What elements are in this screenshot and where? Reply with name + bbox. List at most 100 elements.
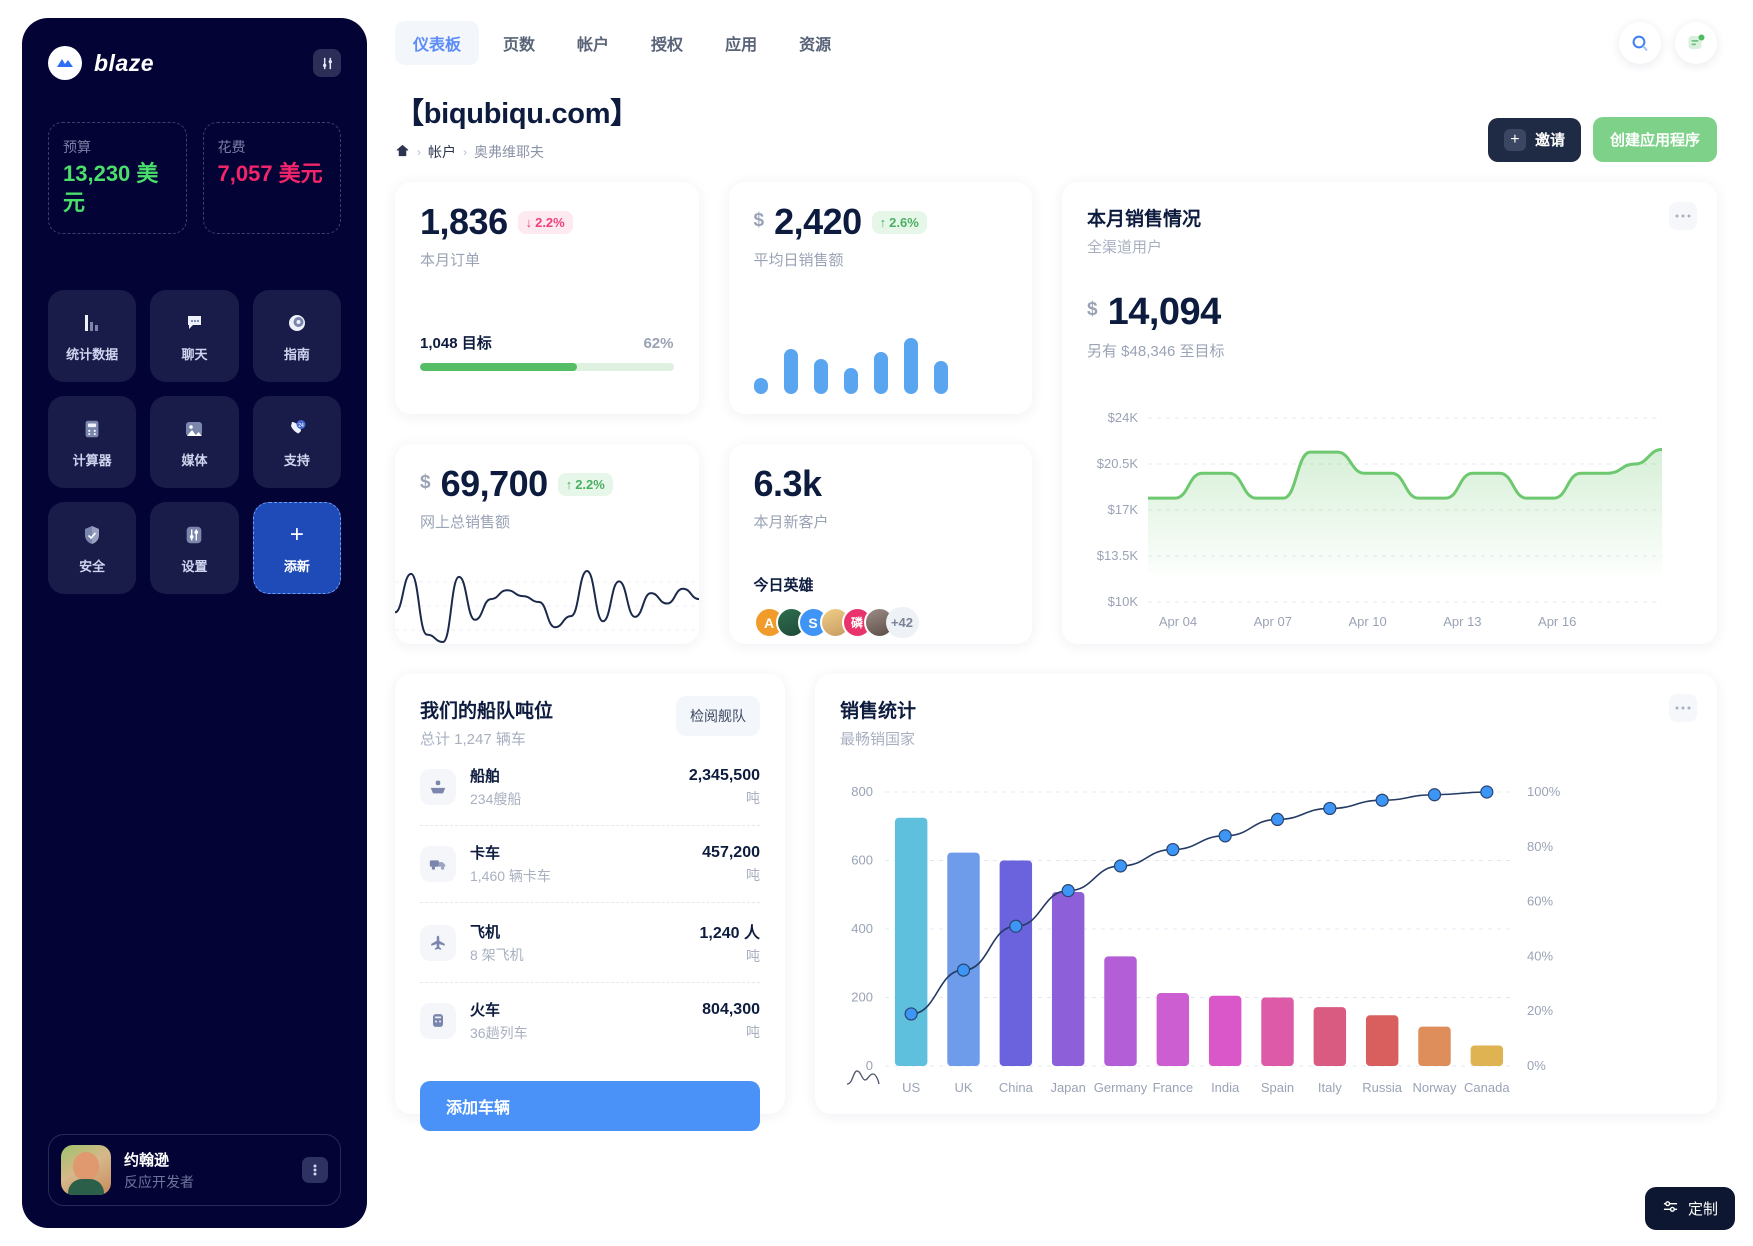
fleet-header: 我们的船队吨位 总计 1,247 辆车 检阅舰队 bbox=[420, 696, 760, 749]
spend-label: 花费 bbox=[217, 139, 246, 155]
create-app-button[interactable]: 创建应用程序 bbox=[1592, 117, 1717, 162]
sidebar-item-settings[interactable]: 设置 bbox=[150, 502, 239, 595]
sidebar-item-media[interactable]: 媒体 bbox=[150, 396, 239, 489]
tab-apps[interactable]: 应用 bbox=[707, 21, 775, 65]
sidebar-item-stats[interactable]: 统计数据 bbox=[48, 290, 137, 383]
fleet-row-value: 1,240 人 吨 bbox=[700, 919, 761, 966]
search-icon[interactable] bbox=[1619, 22, 1661, 64]
sidebar-item-label: 聊天 bbox=[181, 346, 208, 362]
svg-text:80%: 80% bbox=[1527, 839, 1553, 854]
support-24-icon: 24 bbox=[284, 416, 310, 442]
tab-dashboard[interactable]: 仪表板 bbox=[395, 21, 480, 65]
svg-text:$17K: $17K bbox=[1108, 502, 1139, 517]
fleet-row-meta: 36趟列车 bbox=[470, 1025, 528, 1041]
svg-text:Germany: Germany bbox=[1094, 1080, 1148, 1095]
orders-card-body: 1,836 ↓ 2.2% 本月订单 1,048 目标 62% bbox=[395, 182, 699, 393]
fleet-title-group: 我们的船队吨位 总计 1,247 辆车 bbox=[420, 696, 553, 749]
new-customers-body: 6.3k 本月新客户 今日英雄 A S 磷 +42 bbox=[729, 444, 1033, 660]
svg-text:Apr 10: Apr 10 bbox=[1348, 614, 1386, 629]
fleet-row-name: 船舶 bbox=[470, 768, 501, 785]
sidebar-item-label: 指南 bbox=[283, 346, 310, 362]
orders-delta-value: 2.2% bbox=[535, 215, 565, 230]
breadcrumb: › 帐户 › 奥弗维耶夫 bbox=[395, 142, 639, 162]
tab-accounts[interactable]: 帐户 bbox=[559, 21, 627, 65]
blaze-logo-icon bbox=[48, 46, 82, 80]
fleet-row-unit: 吨 bbox=[746, 789, 760, 806]
sidebar-profile[interactable]: 约翰逊 反应开发者 bbox=[48, 1134, 341, 1206]
breadcrumb-item-account[interactable]: 帐户 bbox=[428, 142, 456, 162]
heroes-label: 今日英雄 bbox=[753, 577, 814, 594]
monthly-sales-value: 14,094 bbox=[1107, 291, 1222, 333]
sidebar-item-security[interactable]: 安全 bbox=[48, 502, 137, 595]
budget-label: 预算 bbox=[63, 139, 91, 155]
budget-row: 预算 13,230 美元 花费 7,057 美元 bbox=[48, 122, 341, 235]
total-online-card: $ 69,700 ↑ 2.2% 网上总销售额 bbox=[395, 444, 699, 644]
calculator-icon bbox=[79, 416, 105, 442]
sidebar-tiles: 统计数据 聊天 指南 计算器 媒体 24 支持 安全 设置 + 添新 bbox=[48, 290, 341, 595]
minibar bbox=[873, 352, 888, 394]
table-row[interactable]: 卡车 1,460 辆卡车 457,200 吨 bbox=[420, 825, 760, 902]
customize-label: 定制 bbox=[1687, 1201, 1718, 1218]
svg-text:60%: 60% bbox=[1527, 894, 1553, 909]
svg-text:400: 400 bbox=[851, 921, 873, 936]
svg-text:$10K: $10K bbox=[1108, 594, 1139, 609]
home-icon[interactable] bbox=[395, 143, 410, 161]
fleet-row-name: 火车 bbox=[470, 1002, 501, 1019]
budget-value: 13,230 美元 bbox=[63, 161, 159, 215]
settings-sliders-icon bbox=[181, 522, 207, 548]
bottom-grid: 我们的船队吨位 总计 1,247 辆车 检阅舰队 船舶 234艘船 2,345,… bbox=[395, 674, 1717, 1131]
svg-text:France: France bbox=[1153, 1080, 1193, 1095]
orders-card: 1,836 ↓ 2.2% 本月订单 1,048 目标 62% bbox=[395, 182, 699, 414]
add-vehicle-button[interactable]: 添加车辆 bbox=[420, 1081, 760, 1131]
plus-icon: + bbox=[289, 520, 304, 548]
orders-progress-track bbox=[420, 363, 674, 371]
review-fleet-button[interactable]: 检阅舰队 bbox=[676, 696, 760, 736]
tab-authorization[interactable]: 授权 bbox=[633, 21, 701, 65]
sidebar-item-support[interactable]: 24 支持 bbox=[252, 396, 341, 489]
orders-goal-label: 1,048 目标 bbox=[420, 335, 492, 352]
new-customers-value: 6.3k bbox=[753, 463, 823, 504]
sidebar-item-label: 安全 bbox=[79, 558, 106, 574]
kebab-icon[interactable] bbox=[1669, 694, 1697, 722]
kebab-icon[interactable] bbox=[1669, 202, 1697, 230]
table-row[interactable]: 船舶 234艘船 2,345,500 吨 bbox=[420, 749, 760, 825]
fleet-row-name: 飞机 bbox=[470, 923, 501, 941]
stats-grid: 1,836 ↓ 2.2% 本月订单 1,048 目标 62% $ 2,420 ↑… bbox=[395, 182, 1717, 644]
ship-icon bbox=[420, 769, 456, 805]
breadcrumb-item-current: 奥弗维耶夫 bbox=[474, 144, 544, 160]
fleet-row-unit: 吨 bbox=[746, 1023, 760, 1040]
avg-daily-subtitle: 平均日销售额 bbox=[753, 252, 844, 269]
svg-text:Norway: Norway bbox=[1412, 1080, 1457, 1095]
table-row[interactable]: 火车 36趟列车 804,300 吨 bbox=[420, 982, 760, 1059]
app-root: blaze 预算 13,230 美元 花费 7,057 美元 统计数据 聊天 指… bbox=[0, 0, 1753, 1246]
sliders-icon[interactable] bbox=[313, 49, 341, 77]
sidebar-item-label: 设置 bbox=[181, 558, 208, 574]
heroes-more-count[interactable]: +42 bbox=[885, 607, 919, 638]
svg-text:Italy: Italy bbox=[1318, 1080, 1342, 1095]
tab-pages[interactable]: 页数 bbox=[485, 21, 553, 65]
sidebar-item-chat[interactable]: 聊天 bbox=[150, 290, 239, 383]
avg-daily-delta-value: 2.6% bbox=[889, 215, 919, 230]
table-row[interactable]: 飞机 8 架飞机 1,240 人 吨 bbox=[420, 902, 760, 982]
shield-icon bbox=[79, 522, 105, 548]
note-badge-icon[interactable] bbox=[1675, 22, 1717, 64]
sidebar-item-add[interactable]: + 添新 bbox=[252, 502, 341, 595]
fleet-row-unit: 吨 bbox=[746, 866, 760, 883]
svg-text:Japan: Japan bbox=[1050, 1080, 1085, 1095]
avg-daily-minibars-chart bbox=[729, 334, 1033, 414]
svg-text:200: 200 bbox=[851, 990, 873, 1005]
chat-bubble-icon bbox=[181, 310, 207, 336]
profile-name: 约翰逊 bbox=[124, 1151, 170, 1169]
minibar bbox=[843, 368, 858, 394]
sidebar-item-guide[interactable]: 指南 bbox=[252, 290, 341, 383]
orders-goal-row: 1,048 目标 62% bbox=[420, 332, 674, 353]
sidebar-item-calculator[interactable]: 计算器 bbox=[48, 396, 137, 489]
customize-button[interactable]: 定制 bbox=[1644, 1187, 1735, 1230]
fleet-row-meta: 8 架飞机 bbox=[470, 946, 524, 963]
total-online-sparkline-chart bbox=[395, 569, 699, 644]
tab-resources[interactable]: 资源 bbox=[781, 21, 849, 65]
svg-text:Apr 07: Apr 07 bbox=[1254, 614, 1292, 629]
invite-button[interactable]: + 邀请 bbox=[1487, 117, 1581, 162]
svg-text:India: India bbox=[1211, 1080, 1240, 1095]
kebab-icon[interactable] bbox=[302, 1157, 328, 1183]
